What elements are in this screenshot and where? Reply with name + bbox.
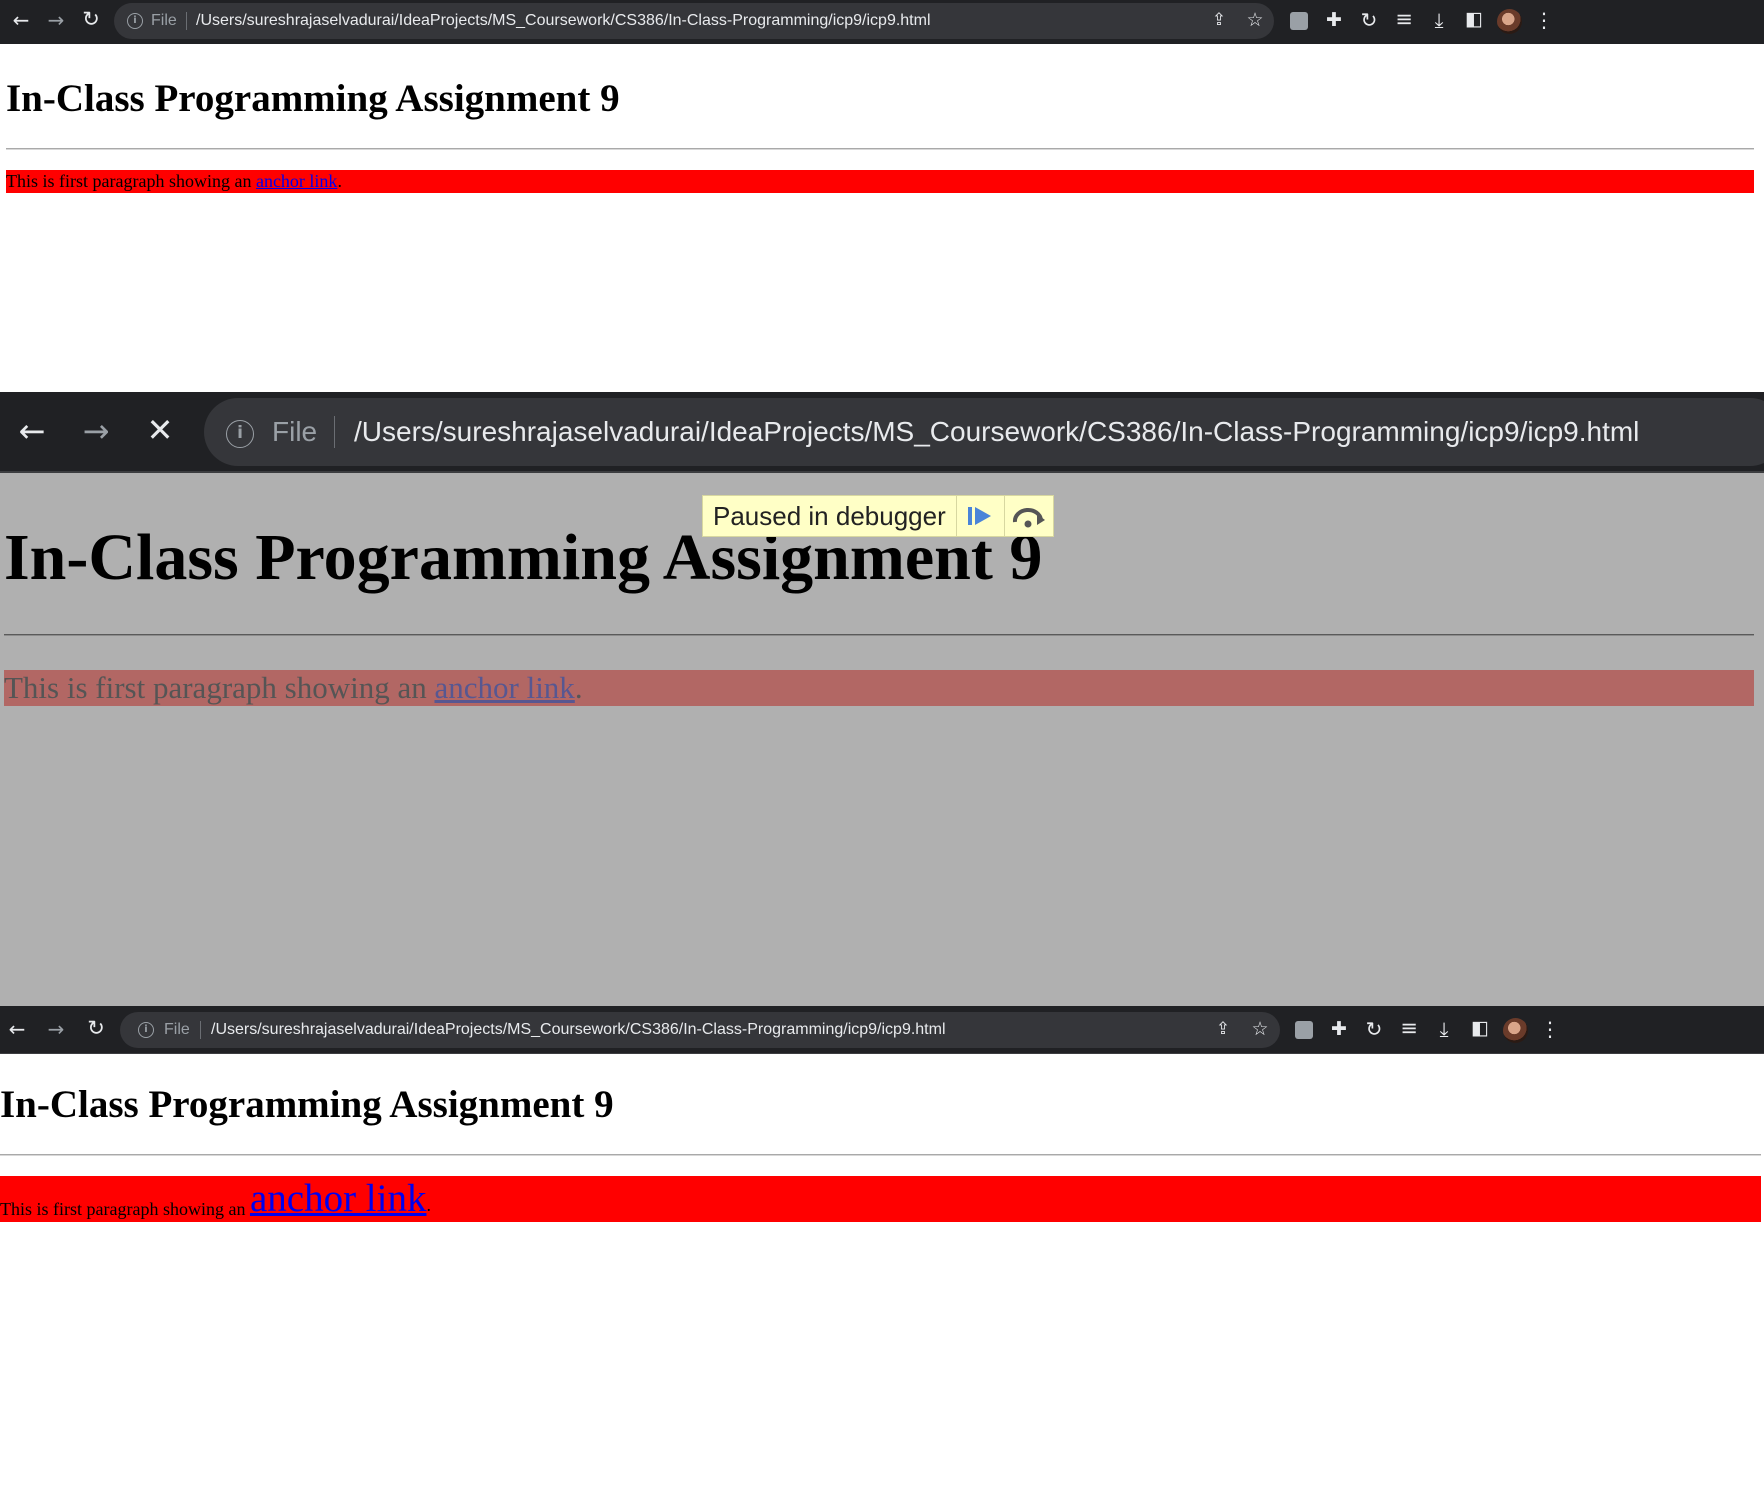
profile-avatar-icon[interactable] [1497,9,1522,34]
resume-button[interactable] [955,496,1004,536]
share-icon[interactable]: ⇪ [1209,12,1229,29]
anchor-link[interactable]: anchor link [250,1177,427,1220]
extension-icon[interactable] [1295,1021,1313,1039]
info-icon[interactable]: i [127,13,143,29]
paragraph-end: . [574,670,583,705]
scheme-label: File [151,12,177,29]
back-icon[interactable]: ← [10,10,32,30]
page-heading: In-Class Programming Assignment 9 [6,77,620,120]
forward-icon[interactable]: → [45,10,67,30]
puzzle-icon[interactable]: ✚ [1324,11,1344,30]
stop-icon[interactable]: ✕ [142,414,178,446]
screenshot-debugger: ← → ✕ i File /Users/sureshrajaselvadurai… [0,392,1764,1006]
address-bar[interactable]: i File /Users/sureshrajaselvadurai/IdeaP… [120,1012,1280,1048]
anchor-link[interactable]: anchor link [434,670,574,705]
bookmark-star-icon[interactable]: ☆ [1250,1020,1270,1039]
paragraph-text: This is first paragraph showing an [6,171,256,191]
screenshot-link-enlarged: ← → ↻ i File /Users/sureshrajaselvadurai… [0,1006,1764,1505]
paragraph-end: . [426,1195,431,1215]
paragraph-end: . [337,171,342,191]
browser-toolbar: ← → ↻ i File /Users/sureshrajaselvadurai… [0,1006,1764,1054]
horizontal-rule [0,1154,1761,1156]
back-icon[interactable]: ← [6,1019,28,1039]
download-icon[interactable]: ⤓ [1434,1019,1454,1039]
info-icon[interactable]: i [138,1022,154,1038]
omnibox-separator [200,1021,201,1039]
menu-icon[interactable]: ⋮ [1534,10,1554,30]
page-heading: In-Class Programming Assignment 9 [0,1083,614,1126]
address-bar[interactable]: i File /Users/sureshrajaselvadurai/IdeaP… [114,3,1274,39]
step-over-button[interactable] [1003,496,1052,536]
sync-icon[interactable]: ↻ [1359,10,1379,30]
bookmark-star-icon[interactable]: ☆ [1245,11,1265,30]
horizontal-rule [4,634,1754,636]
screenshot-normal: ← → ↻ i File /Users/sureshrajaselvadurai… [0,0,1764,392]
url-text[interactable]: /Users/sureshrajaselvadurai/IdeaProjects… [354,416,1639,448]
share-icon[interactable]: ⇪ [1213,1021,1233,1038]
puzzle-icon[interactable]: ✚ [1329,1020,1349,1039]
media-icon[interactable]: ≡ [1399,1018,1419,1039]
first-paragraph: This is first paragraph showing an ancho… [4,670,1754,706]
debugger-paused-overlay: Paused in debugger [702,495,1054,537]
forward-icon[interactable]: → [78,415,114,447]
resume-icon [968,507,992,525]
scheme-label: File [272,416,318,447]
profile-avatar-icon[interactable] [1503,1018,1528,1043]
first-paragraph: This is first paragraph showing an ancho… [0,1176,1761,1222]
url-text[interactable]: /Users/sureshrajaselvadurai/IdeaProjects… [196,12,931,30]
omnibox-separator [334,416,335,448]
side-panel-icon[interactable]: ◧ [1464,10,1484,29]
reload-icon[interactable]: ↻ [85,1018,107,1039]
download-icon[interactable]: ⤓ [1429,10,1449,30]
back-icon[interactable]: ← [14,415,50,447]
paragraph-text: This is first paragraph showing an [0,1199,250,1219]
address-bar[interactable]: i File /Users/sureshrajaselvadurai/IdeaP… [204,398,1764,466]
horizontal-rule [6,148,1754,150]
first-paragraph: This is first paragraph showing an ancho… [6,170,1754,193]
menu-icon[interactable]: ⋮ [1540,1019,1560,1039]
side-panel-icon[interactable]: ◧ [1470,1019,1490,1038]
browser-toolbar: ← → ✕ i File /Users/sureshrajaselvadurai… [0,392,1764,473]
debugger-label: Paused in debugger [713,500,946,531]
anchor-link[interactable]: anchor link [256,171,337,191]
forward-icon[interactable]: → [45,1019,67,1039]
paragraph-text: This is first paragraph showing an [4,670,435,705]
step-over-icon [1013,508,1046,528]
browser-toolbar: ← → ↻ i File /Users/sureshrajaselvadurai… [0,0,1764,44]
info-icon[interactable]: i [226,420,254,448]
scheme-label: File [164,1021,190,1038]
reload-icon[interactable]: ↻ [80,9,102,30]
media-icon[interactable]: ≡ [1394,9,1414,30]
sync-icon[interactable]: ↻ [1364,1019,1384,1039]
omnibox-separator [186,12,187,30]
extension-icon[interactable] [1290,12,1308,30]
url-text[interactable]: /Users/sureshrajaselvadurai/IdeaProjects… [211,1021,946,1039]
